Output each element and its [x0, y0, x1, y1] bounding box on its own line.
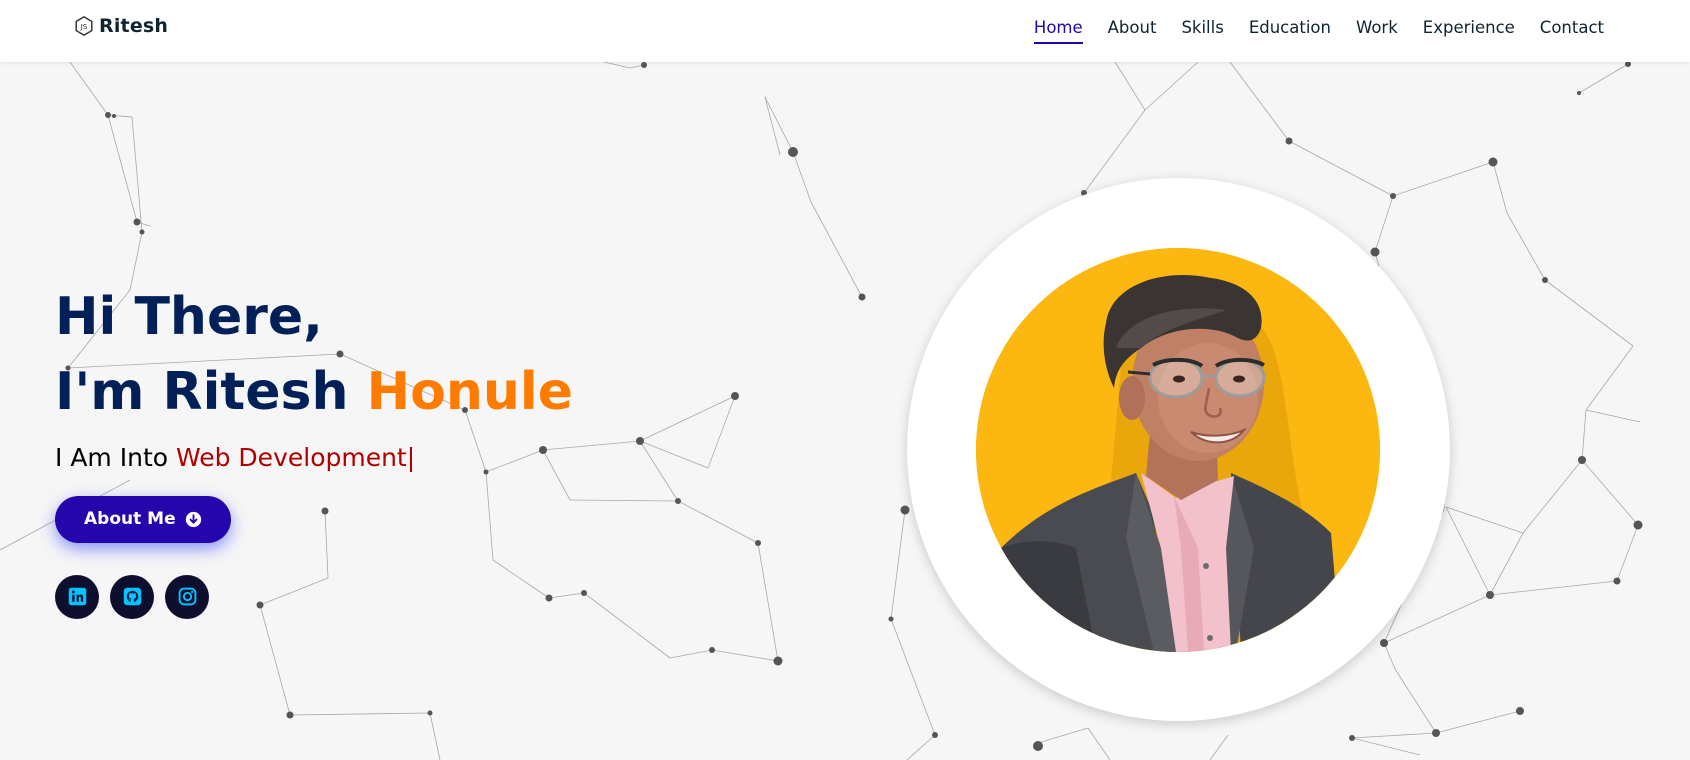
- nav-education[interactable]: Education: [1249, 18, 1331, 42]
- nav-experience[interactable]: Experience: [1423, 18, 1515, 42]
- nav-work[interactable]: Work: [1356, 18, 1398, 42]
- nav-skills[interactable]: Skills: [1181, 18, 1223, 42]
- tagline-prefix: I Am Into: [55, 442, 176, 472]
- about-me-button[interactable]: About Me: [55, 495, 231, 543]
- github-icon: [123, 588, 141, 606]
- linkedin-icon: [68, 588, 86, 606]
- profile-photo-frame: [907, 178, 1450, 721]
- hero-section: Hi There, I'm Ritesh Honule I Am Into We…: [55, 280, 573, 619]
- svg-text:JS: JS: [80, 22, 88, 31]
- nodejs-hexagon-icon: JS: [75, 15, 93, 37]
- hero-greeting: Hi There, I'm Ritesh Honule: [55, 280, 573, 431]
- nav-about[interactable]: About: [1108, 18, 1157, 42]
- hero-line-1: Hi There,: [55, 287, 323, 347]
- hero-line-2-prefix: I'm Ritesh: [55, 362, 367, 423]
- about-me-label: About Me: [84, 509, 176, 530]
- top-navbar: JS Ritesh Home About Skills Education Wo…: [0, 0, 1690, 62]
- linkedin-link[interactable]: [55, 574, 99, 619]
- nav-contact[interactable]: Contact: [1540, 18, 1604, 42]
- typing-cursor: |: [406, 442, 416, 472]
- instagram-icon: [178, 587, 196, 606]
- hero-tagline: I Am Into Web Development|: [55, 443, 573, 472]
- main-nav: Home About Skills Education Work Experie…: [1033, 18, 1604, 44]
- profile-photo: [976, 248, 1380, 652]
- brand-logo[interactable]: JS Ritesh: [73, 15, 168, 37]
- person-illustration: [976, 248, 1380, 652]
- arrow-down-circle-icon: [185, 511, 201, 527]
- hero-name-highlight: Honule: [366, 362, 573, 423]
- github-link[interactable]: [110, 574, 154, 619]
- social-links: [55, 574, 573, 619]
- typed-text: Web Development: [175, 442, 407, 472]
- instagram-link[interactable]: [165, 574, 209, 619]
- nav-home[interactable]: Home: [1033, 18, 1083, 44]
- brand-name: Ritesh: [99, 15, 169, 37]
